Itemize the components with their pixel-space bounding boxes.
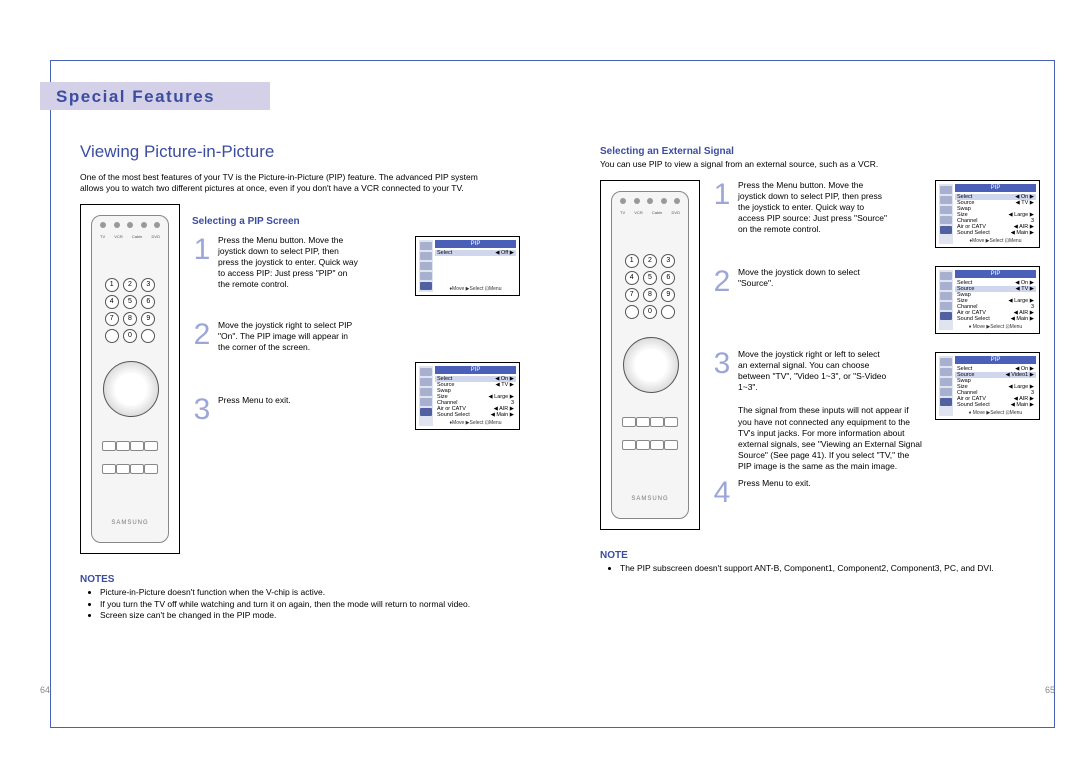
note-heading: NOTE (600, 550, 1040, 561)
intro-paragraph: One of the most best features of your TV… (80, 172, 500, 194)
remote-body: TVVCRCableDVD 123 456 789 0 SAMSUNG (91, 215, 169, 543)
osd-screenshot-1: PIP Select◀ Off ▶ ♦Move ▶Select ⊡Menu (415, 236, 520, 296)
note-item: If you turn the TV off while watching an… (100, 599, 520, 610)
remote-brand: SAMSUNG (92, 520, 168, 526)
step-1: 1 Press the Menu button. Move the joysti… (712, 180, 923, 235)
osd-screenshot-2: PIP Select◀ On ▶ Source◀ TV ▶ Swap Size◀… (935, 266, 1040, 334)
remote-btn-row-2 (622, 440, 678, 450)
step-3: 3 Press Menu to exit. (192, 395, 403, 425)
step-number: 1 (712, 180, 732, 235)
osd-column: PIP Select◀ Off ▶ ♦Move ▶Select ⊡Menu PI… (415, 204, 520, 554)
remote-mode-labels: TVVCRCableDVD (620, 210, 680, 215)
step-text: Move the joystick right to select PIP "O… (218, 320, 358, 353)
remote-jog-dial (103, 361, 159, 417)
remote-mode-labels: TVVCRCableDVD (100, 234, 160, 239)
content-row: TVVCRCableDVD 123 456 789 0 SAMSUNG (600, 180, 1040, 530)
step-2: 2 Move the joystick down to select "Sour… (712, 267, 923, 297)
after-steps-note: The signal from these inputs will not ap… (738, 405, 923, 471)
step-number: 2 (712, 267, 732, 297)
remote-illustration: TVVCRCableDVD 123 456 789 0 SAMSUNG (600, 180, 700, 530)
left-page: Viewing Picture-in-Picture One of the mo… (0, 120, 560, 713)
step-text: Press Menu to exit. (218, 395, 358, 425)
osd-screenshot-3: PIP Select◀ On ▶ Source◀ Video1 ▶ Swap S… (935, 352, 1040, 420)
step-text: Move the joystick down to select "Source… (738, 267, 888, 297)
note-item: Screen size can't be changed in the PIP … (100, 610, 520, 621)
notes-list: The PIP subscreen doesn't support ANT-B,… (600, 563, 1040, 574)
step-number: 3 (712, 349, 732, 393)
remote-btn-row-2 (102, 464, 158, 474)
remote-illustration: TVVCRCableDVD 123 456 789 0 SAMSUNG (80, 204, 180, 554)
remote-brand: SAMSUNG (612, 496, 688, 502)
step-2: 2 Move the joystick right to select PIP … (192, 320, 403, 353)
osd-screenshot-2: PIP Select◀ On ▶ Source◀ TV ▶ Swap Size◀… (415, 362, 520, 430)
content-row: TVVCRCableDVD 123 456 789 0 SAMSUNG S (80, 204, 520, 554)
intro-paragraph: You can use PIP to view a signal from an… (600, 159, 960, 170)
step-text: Press Menu to exit. (738, 478, 888, 508)
steps-column: 1 Press the Menu button. Move the joysti… (712, 180, 923, 530)
steps-column: Selecting a PIP Screen 1 Press the Menu … (192, 204, 403, 554)
note-item: Picture-in-Picture doesn't function when… (100, 587, 520, 598)
note-item: The PIP subscreen doesn't support ANT-B,… (620, 563, 1040, 574)
right-page: Selecting an External Signal You can use… (560, 120, 1080, 713)
step-number: 4 (712, 478, 732, 508)
step-number: 3 (192, 395, 212, 425)
remote-numpad: 123 456 789 0 (104, 278, 156, 343)
page-title: Viewing Picture-in-Picture (80, 142, 520, 162)
osd-column: PIP Select◀ On ▶ Source◀ TV ▶ Swap Size◀… (935, 180, 1040, 530)
notes-list: Picture-in-Picture doesn't function when… (80, 587, 520, 621)
remote-jog-dial (623, 337, 679, 393)
step-text: Move the joystick right or left to selec… (738, 349, 888, 393)
step-4: 4 Press Menu to exit. (712, 478, 923, 508)
notes-heading: NOTES (80, 574, 520, 585)
step-number: 2 (192, 320, 212, 353)
step-number: 1 (192, 235, 212, 290)
sub-title: Selecting a PIP Screen (192, 216, 403, 227)
section-title: Special Features (56, 87, 215, 107)
osd-screenshot-1: PIP Select◀ On ▶ Source◀ TV ▶ Swap Size◀… (935, 180, 1040, 248)
step-text: Press the Menu button. Move the joystick… (738, 180, 888, 235)
remote-numpad: 123 456 789 0 (624, 254, 676, 319)
sub-title: Selecting an External Signal (600, 146, 1040, 157)
step-3: 3 Move the joystick right or left to sel… (712, 349, 923, 393)
remote-btn-row-1 (102, 441, 158, 451)
page-body: Viewing Picture-in-Picture One of the mo… (0, 120, 1080, 713)
remote-btn-row-1 (622, 417, 678, 427)
step-1: 1 Press the Menu button. Move the joysti… (192, 235, 403, 290)
step-text: Press the Menu button. Move the joystick… (218, 235, 358, 290)
remote-body: TVVCRCableDVD 123 456 789 0 SAMSUNG (611, 191, 689, 519)
